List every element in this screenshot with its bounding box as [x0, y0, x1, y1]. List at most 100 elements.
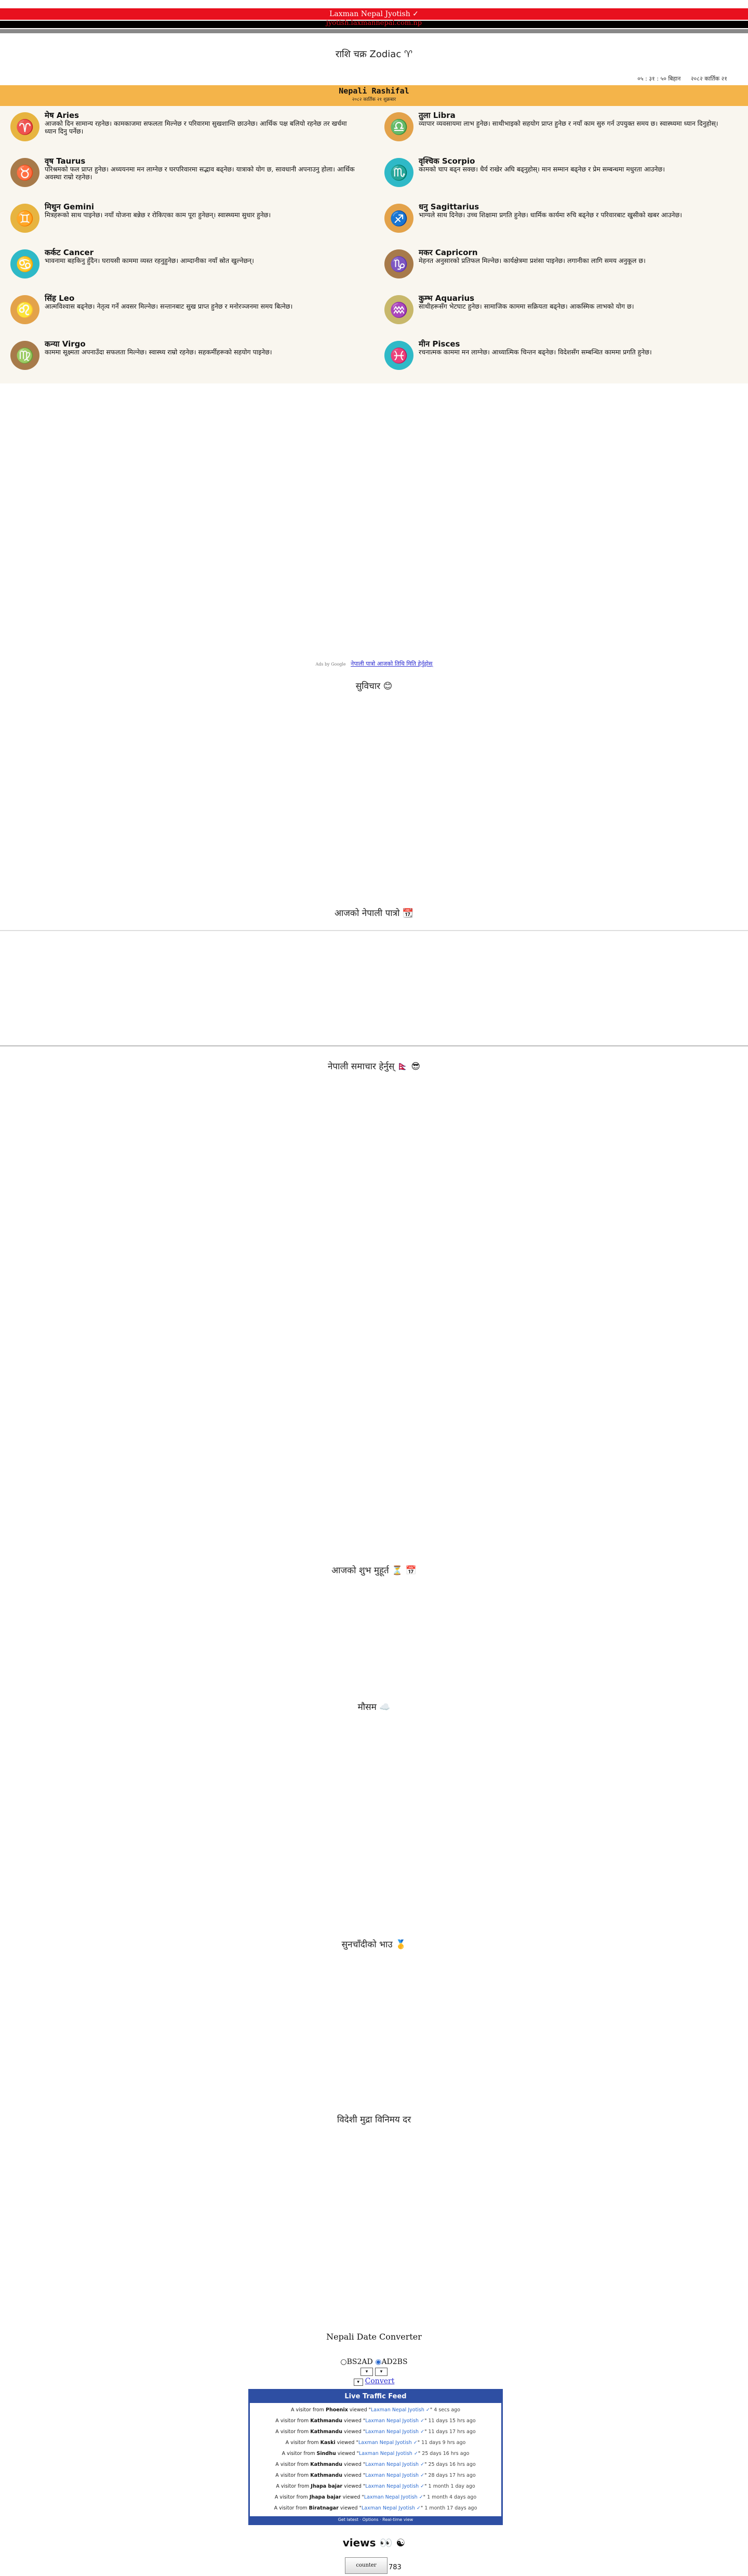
select-day[interactable]: ▾ [353, 2379, 363, 2386]
feed-city: Kathmandu [310, 2462, 342, 2467]
section-news: नेपाली समाचार हेर्नुस् 🇳🇵 😎 [327, 1061, 421, 1072]
converter-options: ○BS2AD ◉AD2BS [322, 2358, 426, 2366]
converter-selects: ▾ ▾ [322, 2367, 426, 2376]
ad-link[interactable]: नेपाली पात्रो आजको तिथि मिति हेर्नुहोस् [351, 660, 432, 667]
feed-viewed: viewed [337, 2451, 355, 2457]
radio-bs2ad[interactable]: ○ [340, 2358, 346, 2366]
feed-viewed: viewed [342, 2494, 360, 2500]
rashi-name: मिथुन Gemini [45, 202, 95, 211]
rashi-text: भावनामा बहकिनु हुँदैन। घरायसी काममा व्यस… [45, 257, 254, 264]
feed-visitor-prefix: A visitor from [282, 2451, 315, 2457]
rashi-name: धनु Sagittarius [419, 202, 479, 211]
divider [0, 930, 748, 931]
rashi-item: ♋ कर्कट Cancer भावनामा बहकिनु हुँदैन। घराय… [5, 247, 364, 292]
feed-visitor-prefix: A visitor from [275, 2473, 309, 2478]
feed-row: A visitor from Phoenix viewed "Laxman Ne… [291, 2407, 460, 2413]
counter-image: counter [345, 2557, 388, 2574]
converter-title: Nepali Date Converter [326, 2332, 422, 2342]
rashifal-subtitle: २०८२ कार्तिक २१ शुक्रबार [352, 97, 396, 102]
feed-visitor-prefix: A visitor from [291, 2407, 324, 2413]
views-title: views 👀 ☯ [342, 2537, 406, 2549]
rashi-item: ♓ मीन Pisces रचनात्मक काममा मन लाग्नेछ। आध… [379, 339, 738, 383]
rashifal-title: Nepali Rashifal [339, 86, 409, 96]
feed-page-link[interactable]: Laxman Nepal Jyotish ✓ [359, 2451, 418, 2457]
feed-page-link[interactable]: Laxman Nepal Jyotish ✓ [365, 2418, 424, 2424]
feed-city: Jhapa bajar [309, 2494, 341, 2500]
feed-visitor-prefix: A visitor from [274, 2505, 308, 2511]
site-title-link[interactable]: Laxman Nepal Jyotish ✓ [0, 8, 748, 20]
aries-icon: ♈ [10, 112, 39, 141]
libra-icon: ♎ [384, 112, 413, 141]
feed-visitor-prefix: A visitor from [285, 2440, 319, 2446]
feed-page-link[interactable]: Laxman Nepal Jyotish ✓ [365, 2462, 424, 2467]
feed-city: Kathmandu [310, 2418, 342, 2424]
rashi-text: परिश्रमको फल प्राप्त हुनेछ। अध्ययनमा मन … [45, 165, 355, 181]
current-time: ०५ : ३१ : ५० बिहान [637, 75, 681, 82]
zodiac-heading: राशि चक्र Zodiac ♈ [335, 49, 413, 60]
feed-viewed: viewed [337, 2440, 355, 2446]
feed-row: A visitor from Kathmandu viewed "Laxman … [275, 2473, 476, 2478]
radio-ad2bs[interactable]: ◉ [375, 2358, 381, 2366]
pisces-icon: ♓ [384, 341, 413, 370]
rashi-text: आत्मविश्वास बढ्नेछ। नेतृत्व गर्ने अवसर म… [45, 302, 293, 310]
feed-page-link[interactable]: Laxman Nepal Jyotish ✓ [371, 2407, 430, 2413]
live-traffic-feed: Live Traffic Feed A visitor from Phoenix… [248, 2389, 503, 2525]
divider [0, 1045, 748, 1046]
feed-page-link[interactable]: Laxman Nepal Jyotish ✓ [362, 2505, 421, 2511]
rashi-item: ♈ मेष Aries आजको दिन सामान्य रहनेछ। कामकाज… [5, 110, 364, 155]
sagittarius-icon: ♐ [384, 204, 413, 233]
ad-label: Ads by Google [315, 662, 346, 667]
capricorn-icon: ♑ [384, 249, 413, 278]
rashi-name: मीन Pisces [419, 339, 460, 349]
feed-row: A visitor from Kaski viewed "Laxman Nepa… [285, 2440, 466, 2446]
feed-page-link[interactable]: Laxman Nepal Jyotish ✓ [365, 2484, 424, 2489]
feed-viewed: viewed [349, 2407, 367, 2413]
feed-city: Kathmandu [310, 2473, 342, 2478]
feed-page-link[interactable]: Laxman Nepal Jyotish ✓ [358, 2440, 418, 2446]
feed-row: A visitor from Kathmandu viewed "Laxman … [275, 2418, 476, 2424]
feed-time: 1 month 17 days ago [424, 2505, 477, 2511]
feed-page-link[interactable]: Laxman Nepal Jyotish ✓ [365, 2473, 424, 2478]
feed-time: 28 days 17 hrs ago [428, 2473, 476, 2478]
feed-time: 11 days 17 hrs ago [428, 2429, 476, 2435]
section-forex: विदेशी मुद्रा विनिमय दर [337, 2115, 411, 2125]
rashi-name: तुला Libra [419, 111, 456, 120]
rashi-name: कन्या Virgo [45, 339, 86, 349]
cancer-icon: ♋ [10, 249, 39, 278]
feed-row: A visitor from Jhapa bajar viewed "Laxma… [276, 2484, 475, 2489]
select-month[interactable]: ▾ [375, 2368, 388, 2376]
rashi-name: कुम्भ Aquarius [419, 294, 475, 303]
rashi-name: सिंह Leo [45, 294, 75, 303]
virgo-icon: ♍ [10, 341, 39, 370]
section-gold-price: सुनचाँदीको भाउ 🥇 [341, 1940, 407, 1950]
rashi-item: ♊ मिथुन Gemini मित्रहरूको साथ पाइनेछ। नयाँ… [5, 202, 364, 246]
radio-bs2ad-label: BS2AD [346, 2358, 373, 2366]
feed-time: 25 days 16 hrs ago [422, 2451, 470, 2457]
rashi-item: ♉ वृष Taurus परिश्रमको फल प्राप्त हुनेछ। अ… [5, 156, 364, 201]
date-time-line: ०५ : ३१ : ५० बिहान २०८२ कार्तिक २१ [629, 75, 727, 83]
feed-footer[interactable]: Get latest · Options · Real-time view [250, 2516, 501, 2524]
views-counter: counter 783 [345, 2557, 403, 2574]
rashi-text: कामको चाप बढ्न सक्छ। धैर्य राखेर अघि बढ्… [419, 165, 665, 173]
feed-viewed: viewed [344, 2418, 362, 2424]
feed-page-link[interactable]: Laxman Nepal Jyotish ✓ [364, 2494, 423, 2500]
header-gray-bar [0, 29, 748, 33]
rashi-item: ♍ कन्या Virgo काममा सूक्ष्मता अपनाउँदा सफल… [5, 339, 364, 383]
feed-row: A visitor from Biratnagar viewed "Laxman… [274, 2505, 477, 2511]
site-domain[interactable]: jyotish.laxmannepal.com.np [0, 19, 748, 28]
feed-time: 1 month 1 day ago [428, 2484, 475, 2489]
select-year[interactable]: ▾ [360, 2368, 373, 2376]
convert-link[interactable]: Convert [365, 2377, 395, 2385]
feed-time: 4 secs ago [434, 2407, 460, 2413]
gemini-icon: ♊ [10, 204, 39, 233]
scorpio-icon: ♏ [384, 158, 413, 187]
rashi-item: ♎ तुला Libra व्यापार व्यवसायमा लाभ हुनेछ। … [379, 110, 738, 155]
section-weather: मौसम ☁️ [357, 1702, 391, 1712]
feed-city: Jhapa bajar [311, 2484, 343, 2489]
feed-viewed: viewed [344, 2473, 362, 2478]
feed-visitor-prefix: A visitor from [274, 2494, 308, 2500]
rashi-text: व्यापार व्यवसायमा लाभ हुनेछ। साथीभाइको स… [419, 119, 718, 127]
feed-row: A visitor from Kathmandu viewed "Laxman … [275, 2429, 476, 2435]
rashi-text: मित्रहरूको साथ पाइनेछ। नयाँ योजना बन्नेछ… [45, 211, 271, 219]
feed-page-link[interactable]: Laxman Nepal Jyotish ✓ [365, 2429, 424, 2435]
